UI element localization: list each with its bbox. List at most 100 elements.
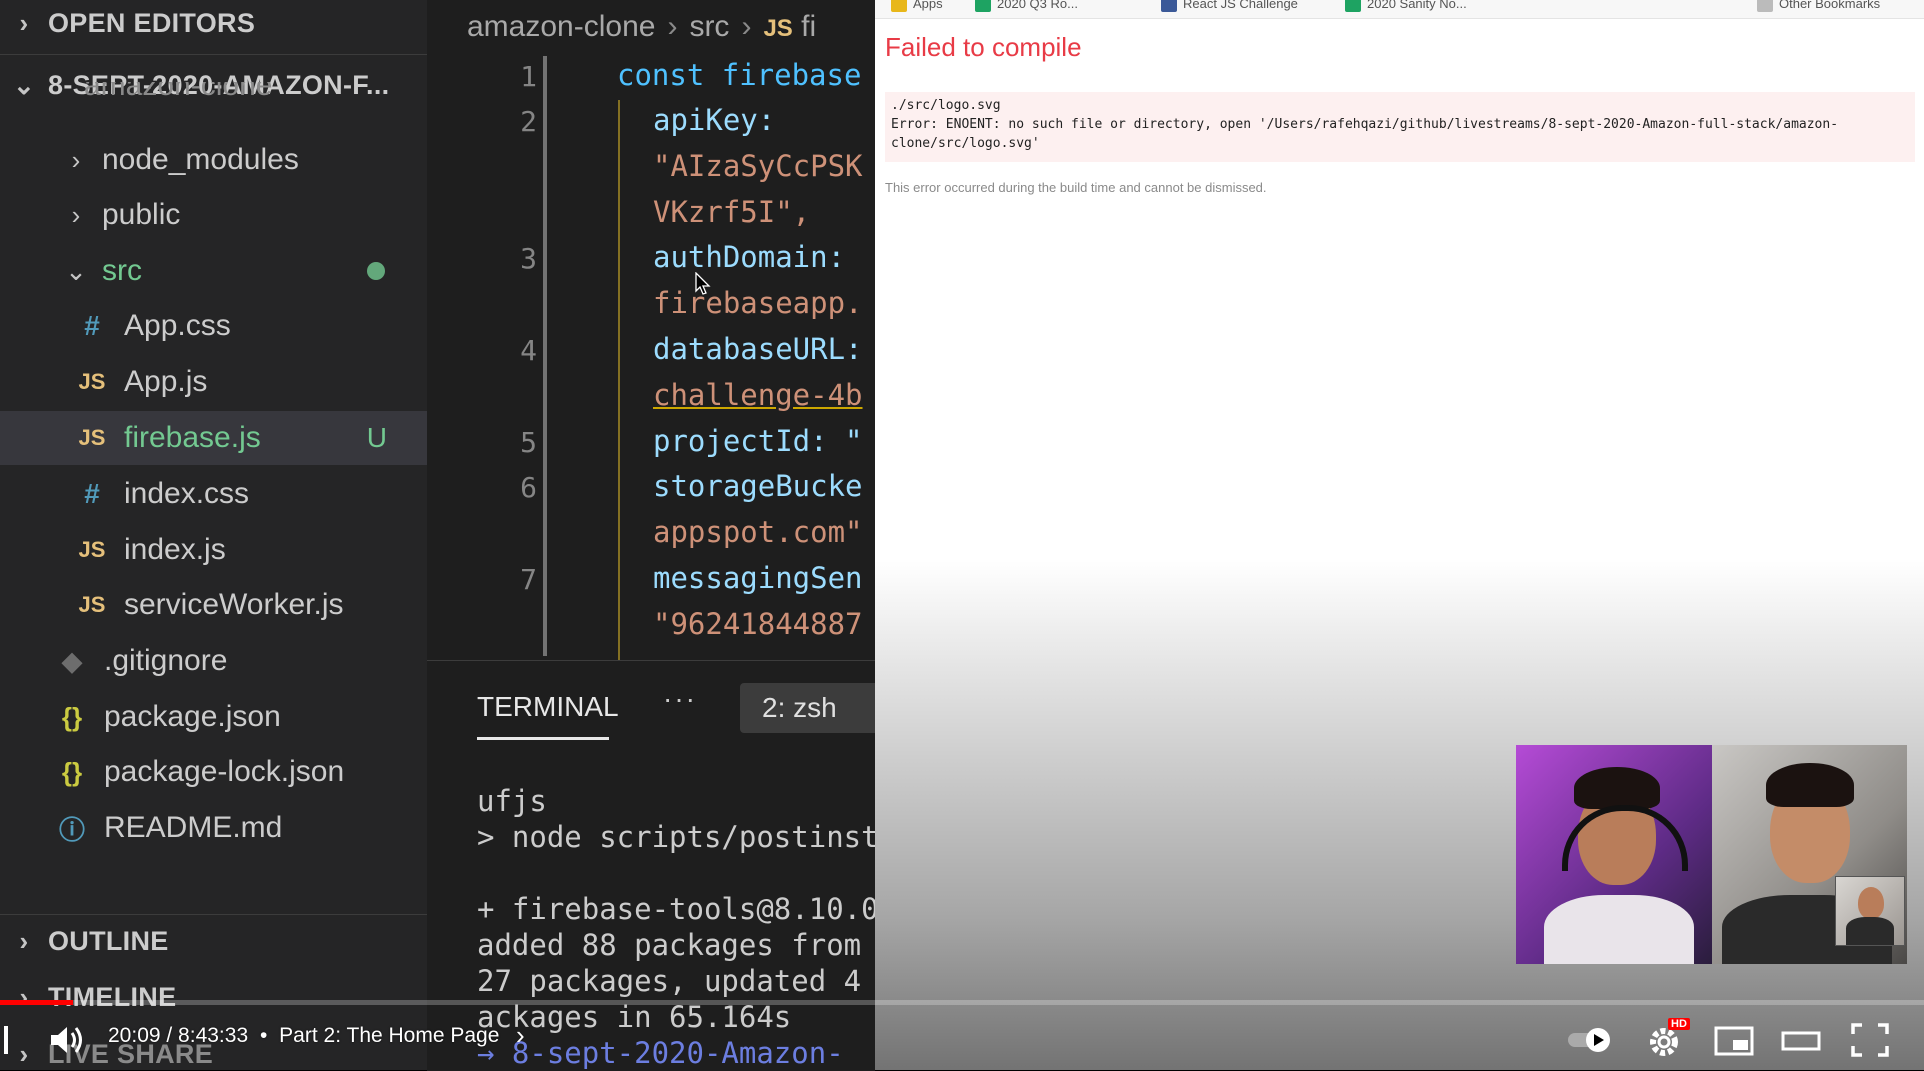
terminal-line: + firebase-tools@8.10.0 <box>477 892 875 926</box>
tree-item-gitignore[interactable]: ◆ .gitignore <box>0 634 427 688</box>
tree-item-public[interactable]: › public <box>0 188 427 242</box>
breadcrumb-item[interactable]: amazon-clone <box>467 10 655 43</box>
bookmark-item[interactable]: 2020 Q3 Ro... <box>975 0 1078 12</box>
tree-item-label: index.js <box>124 533 226 566</box>
tree-item-label: package.json <box>104 700 281 733</box>
tree-item-src[interactable]: ⌄ src <box>0 244 427 298</box>
apps-grid-icon <box>891 0 907 12</box>
tree-item-index-css[interactable]: # index.css <box>0 467 427 521</box>
code-line[interactable]: appspot.com" <box>653 515 863 549</box>
tree-item-label: serviceWorker.js <box>124 588 344 621</box>
tree-item-readme[interactable]: ⓘ README.md <box>0 801 427 855</box>
code-line[interactable]: storageBucke <box>653 469 863 503</box>
tree-item-label: App.js <box>124 365 208 398</box>
code-line[interactable]: "AIzaSyCcPSK <box>653 149 863 183</box>
tree-item-label: App.css <box>124 309 231 342</box>
json-file-icon: {} <box>61 701 83 732</box>
bookmark-item[interactable]: Apps <box>891 0 943 12</box>
bookmark-label: Apps <box>913 0 943 11</box>
js-file-icon: JS <box>763 15 793 42</box>
breadcrumb-item[interactable]: fi <box>801 10 816 43</box>
modified-dot-icon <box>367 262 385 280</box>
bookmark-item[interactable]: Other Bookmarks <box>1757 0 1880 12</box>
terminal-line: > node scripts/postinst <box>477 820 875 854</box>
line-number: 7 <box>520 563 537 596</box>
divider <box>0 54 427 55</box>
sheets-icon <box>975 0 991 12</box>
webcam-feed-left <box>1516 745 1712 964</box>
tree-item-label: .gitignore <box>104 644 228 677</box>
terminal-line: 27 packages, updated 4 <box>477 964 862 998</box>
tab-terminal[interactable]: TERMINAL <box>477 691 619 723</box>
code-line[interactable]: authDomain: <box>653 240 845 274</box>
tree-item-app-css[interactable]: # App.css <box>0 299 427 353</box>
chevron-down-icon: ⌄ <box>65 255 87 286</box>
tree-item-label: firebase.js <box>124 421 261 454</box>
tree-item-package-json[interactable]: {} package.json <box>0 690 427 744</box>
tree-item-label: public <box>102 198 181 231</box>
code-line[interactable]: challenge-4b <box>653 378 863 412</box>
bookmark-item[interactable]: 2020 Sanity No... <box>1345 0 1467 12</box>
chevron-right-icon: › <box>19 925 29 956</box>
divider <box>0 914 427 915</box>
more-actions-icon[interactable]: ··· <box>663 683 697 715</box>
outline-section[interactable]: › OUTLINE <box>0 918 427 964</box>
theater-mode-icon[interactable] <box>1780 1020 1822 1060</box>
tree-item-firebase-js[interactable]: JS firebase.js U <box>0 411 427 465</box>
code-line[interactable]: messagingSen <box>653 561 863 595</box>
line-number: 1 <box>520 60 537 93</box>
tree-item-index-js[interactable]: JS index.js <box>0 523 427 577</box>
tree-item-partial-folder[interactable]: amazon-clone <box>0 82 427 112</box>
bookmark-label: React JS Challenge <box>1183 0 1298 11</box>
chevron-right-icon: › <box>71 199 81 230</box>
error-title: Failed to compile <box>885 32 1082 62</box>
bookmark-item[interactable]: React JS Challenge <box>1161 0 1298 12</box>
time-display: 20:09 / 8:43:33 • Part 2: The Home Page <box>108 1024 499 1048</box>
outline-label: OUTLINE <box>48 925 169 956</box>
person-hair <box>1574 767 1660 809</box>
terminal-line: ufjs <box>477 784 547 818</box>
untracked-badge: U <box>366 422 387 453</box>
autoplay-toggle-icon[interactable] <box>1566 1020 1616 1060</box>
code-line[interactable]: const firebase <box>617 58 861 92</box>
next-icon[interactable] <box>4 1026 8 1054</box>
chevron-right-icon: › <box>741 10 752 43</box>
tree-item-service-worker-js[interactable]: JS serviceWorker.js <box>0 578 427 632</box>
code-line[interactable]: "96241844887 <box>653 607 863 641</box>
miniplayer-icon[interactable] <box>1713 1020 1755 1060</box>
tree-item-label: README.md <box>104 811 283 844</box>
tree-item-node-modules[interactable]: › node_modules <box>0 133 427 187</box>
code-editor[interactable]: amazon-clone › src › JS fi 1 2 3 4 5 6 7 con… <box>427 0 875 660</box>
video-progress-bar[interactable] <box>0 1000 1924 1005</box>
tree-item-package-lock-json[interactable]: {} package-lock.json <box>0 745 427 799</box>
js-file-icon: JS <box>78 369 106 394</box>
chapter-title[interactable]: Part 2: The Home Page <box>279 1024 499 1047</box>
code-line[interactable]: apiKey: <box>653 103 775 137</box>
video-progress-fill <box>0 1000 74 1005</box>
breadcrumb: amazon-clone › src › JS fi <box>467 10 816 44</box>
js-file-icon: JS <box>78 537 106 562</box>
person-head <box>1858 887 1884 919</box>
line-number: 5 <box>520 426 537 459</box>
js-file-icon: JS <box>78 425 106 450</box>
code-line[interactable]: VKzrf5I", <box>653 195 810 229</box>
breadcrumb-item[interactable]: src <box>689 10 729 43</box>
json-file-icon: {} <box>61 756 83 787</box>
volume-icon[interactable] <box>46 1020 86 1060</box>
fullscreen-icon[interactable] <box>1849 1020 1891 1060</box>
terminal-shell-select[interactable]: 2: zsh <box>740 683 875 733</box>
tree-item-label: package-lock.json <box>104 755 345 788</box>
bookmarks-bar: Apps 2020 Q3 Ro... React JS Challenge 20… <box>875 0 1924 19</box>
chevron-right-icon: › <box>19 7 29 38</box>
info-file-icon: ⓘ <box>58 814 85 845</box>
chevron-right-icon[interactable]: › <box>516 1020 525 1051</box>
open-editors-section[interactable]: › OPEN EDITORS <box>0 0 427 46</box>
git-file-icon: ◆ <box>62 645 82 676</box>
explorer-sidebar: › OPEN EDITORS ⌄ 8-SEPT-2020-AMAZON-F...… <box>0 0 427 1070</box>
mouse-pointer-icon <box>695 272 711 295</box>
code-line[interactable]: databaseURL: <box>653 332 863 366</box>
code-line[interactable]: firebaseapp. <box>653 286 863 320</box>
chevron-right-icon: › <box>71 144 81 175</box>
tree-item-app-js[interactable]: JS App.js <box>0 355 427 409</box>
code-line[interactable]: projectId: " <box>653 424 863 458</box>
